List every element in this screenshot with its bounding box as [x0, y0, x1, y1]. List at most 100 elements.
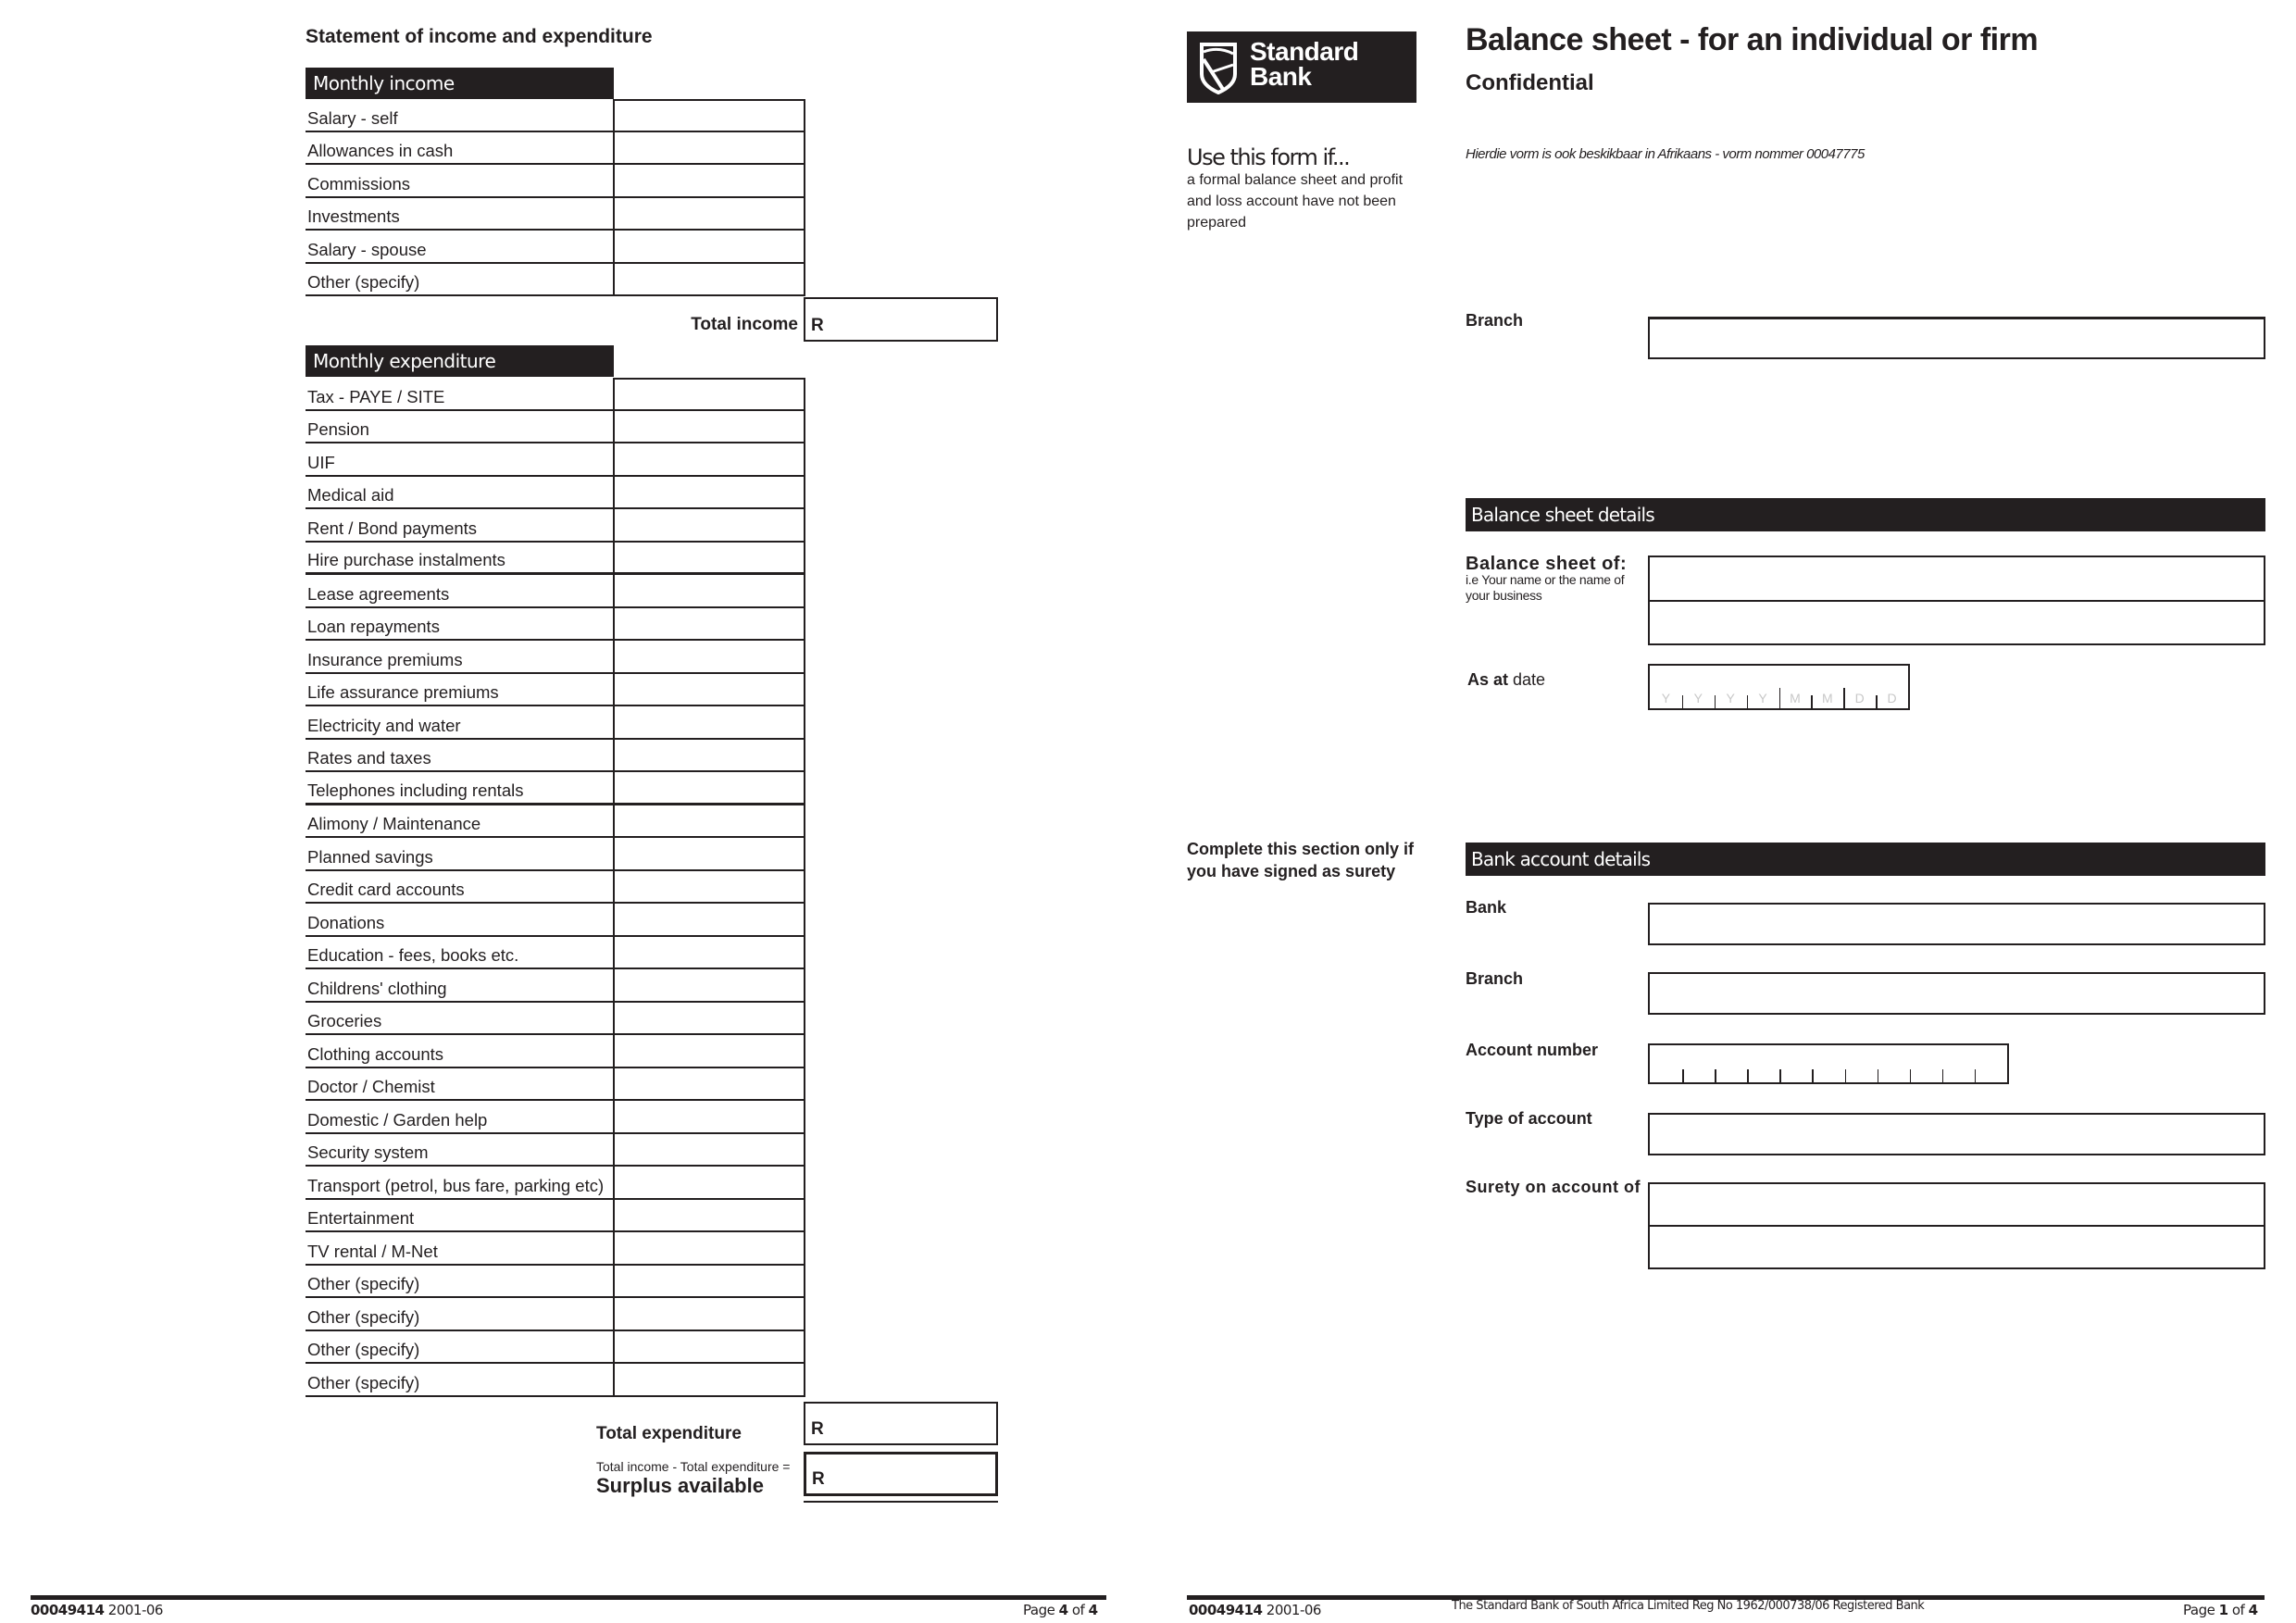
- form-row: Domestic / Garden help: [306, 1101, 805, 1134]
- amount-field[interactable]: [613, 378, 805, 411]
- currency-symbol: R: [812, 1469, 825, 1489]
- amount-field[interactable]: [613, 542, 805, 574]
- amount-field[interactable]: [613, 443, 805, 477]
- form-row: Credit card accounts: [306, 870, 805, 904]
- amount-field[interactable]: [613, 231, 805, 264]
- date-segment: Y: [1746, 688, 1779, 708]
- account-type-field[interactable]: [1648, 1113, 2265, 1155]
- branch-field[interactable]: [1648, 317, 2265, 359]
- form-row: Salary - spouse: [306, 231, 805, 264]
- account-digit-segment: [1844, 1069, 1878, 1082]
- as-at-date-field[interactable]: YYYYMMDD: [1648, 664, 1910, 710]
- account-number-field[interactable]: [1648, 1043, 2009, 1084]
- row-label: Commissions: [307, 173, 411, 194]
- total-income-field[interactable]: R: [804, 297, 998, 342]
- surety-on-account-field-line2[interactable]: [1648, 1225, 2265, 1269]
- amount-field[interactable]: [613, 706, 805, 740]
- amount-field[interactable]: [613, 641, 805, 674]
- form-row: Other (specify): [306, 1330, 805, 1364]
- account-digit-segment: [1682, 1069, 1715, 1082]
- amount-field[interactable]: [613, 1035, 805, 1068]
- amount-field[interactable]: [613, 1364, 805, 1397]
- amount-field[interactable]: [613, 739, 805, 772]
- form-row: Doctor / Chemist: [306, 1067, 805, 1101]
- amount-field[interactable]: [613, 1002, 805, 1035]
- total-expenditure-field[interactable]: R: [804, 1402, 998, 1445]
- amount-field[interactable]: [613, 410, 805, 443]
- amount-field[interactable]: [613, 607, 805, 641]
- amount-field[interactable]: [613, 1298, 805, 1331]
- amount-field[interactable]: [613, 772, 805, 805]
- amount-field[interactable]: [613, 838, 805, 871]
- form-row: Tax - PAYE / SITE: [306, 378, 805, 411]
- amount-field[interactable]: [613, 969, 805, 1003]
- amount-field[interactable]: [613, 1067, 805, 1101]
- amount-field[interactable]: [613, 197, 805, 231]
- form-row: Life assurance premiums: [306, 673, 805, 706]
- account-number-label: Account number: [1466, 1041, 1599, 1059]
- surety-on-account-label: Surety on account of: [1466, 1178, 1641, 1196]
- form-row: Clothing accounts: [306, 1035, 805, 1068]
- row-label: Donations: [307, 912, 385, 932]
- amount-field[interactable]: [613, 1101, 805, 1134]
- date-segment: Y: [1661, 691, 1671, 705]
- row-label: Clothing accounts: [307, 1043, 444, 1064]
- account-digit-segment: [1941, 1069, 1975, 1082]
- footer-rule: [31, 1595, 1106, 1600]
- amount-field[interactable]: [613, 936, 805, 969]
- amount-field[interactable]: [613, 1232, 805, 1266]
- standard-bank-logo: Standard Bank: [1187, 31, 1416, 103]
- amount-field[interactable]: [613, 870, 805, 904]
- row-label: Lease agreements: [307, 583, 450, 604]
- document-title: Balance sheet - for an individual or fir…: [1466, 22, 2039, 57]
- row-label: TV rental / M-Net: [307, 1241, 438, 1261]
- page-total: 4: [2248, 1602, 2258, 1618]
- amount-field[interactable]: [613, 476, 805, 509]
- amount-field[interactable]: [613, 673, 805, 706]
- form-number: 00049414: [31, 1602, 105, 1618]
- amount-field[interactable]: [613, 509, 805, 543]
- row-label: Groceries: [307, 1011, 382, 1030]
- amount-field[interactable]: [613, 1167, 805, 1200]
- amount-field[interactable]: [613, 575, 805, 608]
- amount-field[interactable]: [613, 904, 805, 937]
- surety-on-account-field-line1[interactable]: [1648, 1182, 2265, 1227]
- account-branch-field[interactable]: [1648, 972, 2265, 1015]
- account-digit-segment: [1779, 1069, 1812, 1082]
- row-label: Domestic / Garden help: [307, 1109, 488, 1130]
- row-label: Other (specify): [307, 1306, 420, 1327]
- row-label: Childrens' clothing: [307, 978, 447, 998]
- amount-field[interactable]: [613, 1199, 805, 1232]
- row-label: Insurance premiums: [307, 649, 463, 669]
- amount-field[interactable]: [613, 131, 805, 165]
- account-type-label: Type of account: [1466, 1109, 1592, 1128]
- surplus-field[interactable]: R: [804, 1452, 998, 1496]
- amount-field[interactable]: [613, 1133, 805, 1167]
- date-segment: M: [1811, 688, 1843, 708]
- income-rows: Salary - self Allowances in cash Commissio…: [306, 99, 805, 296]
- amount-field[interactable]: [613, 99, 805, 132]
- form-row: Childrens' clothing: [306, 969, 805, 1003]
- form-row: Security system: [306, 1133, 805, 1167]
- amount-field[interactable]: [613, 1265, 805, 1298]
- statement-title: Statement of income and expenditure: [306, 26, 653, 47]
- currency-symbol: R: [811, 1419, 824, 1439]
- amount-field[interactable]: [613, 263, 805, 296]
- row-label: Alimony / Maintenance: [307, 814, 481, 833]
- form-row: Loan repayments: [306, 607, 805, 641]
- bank-field[interactable]: [1648, 903, 2265, 945]
- amount-field[interactable]: [613, 165, 805, 198]
- amount-field[interactable]: [613, 805, 805, 838]
- form-row: Lease agreements: [306, 575, 805, 608]
- row-label: Pension: [307, 419, 369, 439]
- as-at-bold: As at: [1467, 670, 1509, 689]
- balance-sheet-of-field-line2[interactable]: [1648, 600, 2265, 645]
- form-row: Rates and taxes: [306, 739, 805, 772]
- form-row: Education - fees, books etc.: [306, 936, 805, 969]
- row-label: Security system: [307, 1142, 429, 1162]
- amount-field[interactable]: [613, 1330, 805, 1364]
- afrikaans-note: Hierdie vorm is ook beskikbaar in Afrika…: [1466, 146, 1865, 162]
- row-label: Investments: [307, 206, 400, 226]
- balance-sheet-of-field-line1[interactable]: [1648, 556, 2265, 602]
- form-row: Hire purchase instalments: [306, 542, 805, 575]
